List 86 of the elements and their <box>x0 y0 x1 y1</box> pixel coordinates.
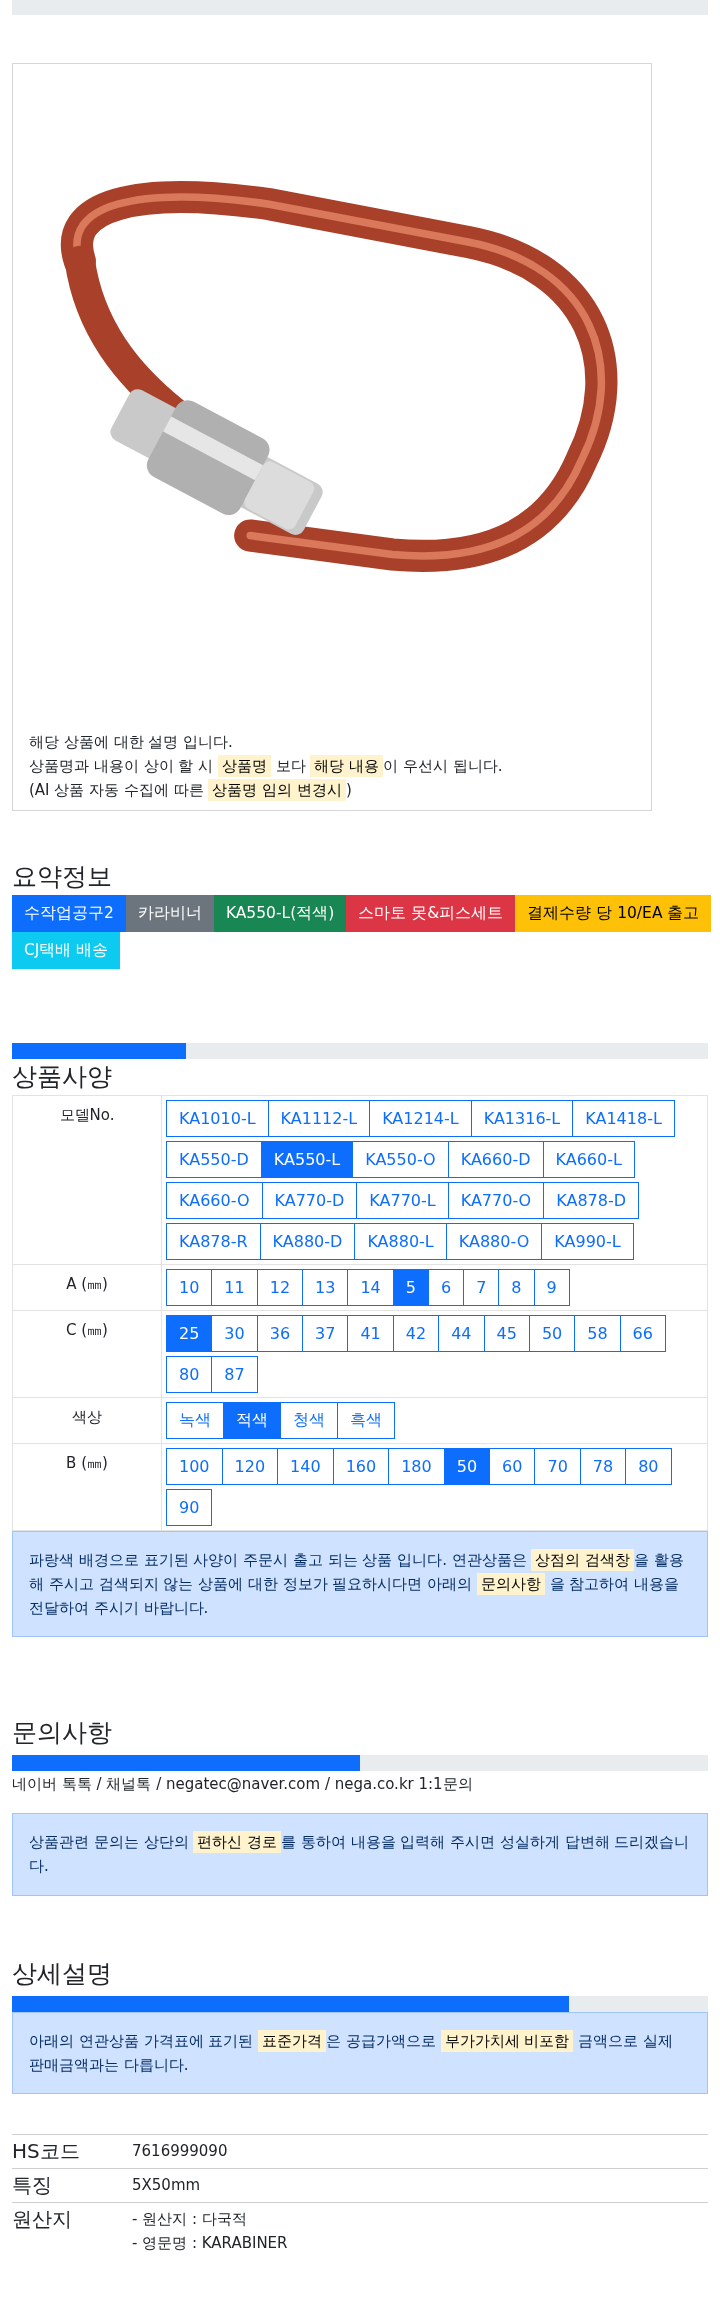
spec-label: 색상 <box>72 1408 102 1426</box>
spec-label: B (㎜) <box>66 1454 108 1472</box>
option-button[interactable]: KA660-D <box>447 1141 544 1178</box>
spec-label: 모델No. <box>59 1106 115 1124</box>
option-button[interactable]: 58 <box>574 1315 621 1352</box>
spec-label: A (㎜) <box>66 1275 108 1293</box>
option-button[interactable]: 5 <box>392 1269 429 1306</box>
option-button[interactable]: KA550-D <box>166 1141 262 1178</box>
option-button[interactable]: 90 <box>166 1489 213 1526</box>
option-button[interactable]: 37 <box>302 1315 349 1352</box>
option-button[interactable]: 13 <box>302 1269 349 1306</box>
option-button[interactable]: KA1214-L <box>369 1100 472 1137</box>
tag: KA550-L(적색) <box>213 895 347 932</box>
section-title: 문의사항 <box>12 1717 113 1749</box>
option-button[interactable]: 흑색 <box>337 1402 395 1439</box>
section-title: 상세설명 <box>12 1958 113 1990</box>
option-button[interactable]: 9 <box>533 1269 570 1306</box>
detail-value: 7616999090 <box>132 2141 228 2162</box>
option-button[interactable]: 청색 <box>280 1402 338 1439</box>
description-text: 상품명과 내용이 상이 할 시 상품명 보다 해당 내용 이 우선시 됩니다. <box>29 754 504 778</box>
option-button[interactable]: KA550-L <box>260 1141 354 1178</box>
option-button[interactable]: 87 <box>211 1356 258 1393</box>
option-button[interactable]: 12 <box>256 1269 304 1306</box>
option-button[interactable]: KA660-O <box>166 1182 263 1219</box>
detail-value: - 영문명 : KARABINER <box>132 2233 288 2254</box>
option-button[interactable]: KA770-L <box>356 1182 449 1219</box>
option-button[interactable]: 41 <box>347 1315 394 1352</box>
option-button[interactable]: 80 <box>625 1448 672 1485</box>
option-button[interactable]: 60 <box>489 1448 536 1485</box>
option-button[interactable]: 녹색 <box>166 1402 224 1439</box>
section-title: 요약정보 <box>12 861 113 893</box>
option-button[interactable]: 140 <box>277 1448 334 1485</box>
option-button[interactable]: 36 <box>256 1315 304 1352</box>
option-button[interactable]: 8 <box>498 1269 535 1306</box>
option-button[interactable]: KA770-D <box>261 1182 358 1219</box>
option-button[interactable]: 25 <box>166 1315 213 1352</box>
option-button[interactable]: 11 <box>211 1269 258 1306</box>
tag: 수작업공구2 <box>12 895 126 932</box>
option-button[interactable]: 66 <box>619 1315 666 1352</box>
description-text: (AI 상품 자동 수집에 따른 상품명 임의 변경시 ) <box>29 778 353 802</box>
option-button[interactable]: KA1418-L <box>572 1100 675 1137</box>
option-button[interactable]: KA550-O <box>352 1141 449 1178</box>
option-button[interactable]: KA660-L <box>542 1141 635 1178</box>
option-button[interactable]: KA878-D <box>543 1182 639 1219</box>
option-button[interactable]: 180 <box>388 1448 445 1485</box>
option-button[interactable]: 70 <box>534 1448 581 1485</box>
option-button[interactable]: 100 <box>166 1448 223 1485</box>
option-button[interactable]: 10 <box>166 1269 213 1306</box>
tag: 카라비너 <box>125 895 214 932</box>
tag: 결제수량 당 10/EA 출고 <box>515 895 712 932</box>
option-button[interactable]: 120 <box>221 1448 279 1485</box>
option-button[interactable]: 30 <box>211 1315 258 1352</box>
option-button[interactable]: KA878-R <box>166 1223 261 1260</box>
notice-text: 상품관련 문의는 상단의 편하신 경로 를 통하여 내용을 입력해 주시면 성실하게 답변해 드리겠습니다. <box>29 1830 691 1877</box>
option-button[interactable]: KA1316-L <box>470 1100 574 1137</box>
option-button[interactable]: 44 <box>438 1315 485 1352</box>
option-button[interactable]: 78 <box>579 1448 627 1485</box>
option-button[interactable]: 45 <box>483 1315 530 1352</box>
notice-text: 아래의 연관상품 가격표에 표기된 표준가격 은 공급가액으로 부가가치세 비포함 금액으로 실제 판매금액과는 다릅니다. <box>29 2029 674 2076</box>
option-button[interactable]: KA880-D <box>259 1223 356 1260</box>
option-button[interactable]: 160 <box>332 1448 390 1485</box>
option-button[interactable]: 7 <box>463 1269 500 1306</box>
option-button[interactable]: KA1112-L <box>267 1100 371 1137</box>
detail-label: 원산지 <box>12 2207 73 2233</box>
option-button[interactable]: KA880-L <box>354 1223 447 1260</box>
notice-text: 파랑색 배경으로 표기된 사양이 주문시 출고 되는 상품 입니다. 연관상품은 상점의 검색창 을 활용해 주시고 검색되지 않는 상품에 대한 정보가 필요하시다면 아래의 문의사항 을 참고하여 내용을 전달하여 주시기 바랍니다. <box>29 1548 685 1619</box>
option-button[interactable]: 42 <box>392 1315 440 1352</box>
detail-value: 5X50mm <box>132 2175 201 2196</box>
description-text: 해당 상품에 대한 설명 입니다. <box>29 732 234 753</box>
option-button[interactable]: KA990-L <box>541 1223 634 1260</box>
option-button[interactable]: 50 <box>443 1448 491 1485</box>
option-button[interactable]: 14 <box>347 1269 394 1306</box>
option-button[interactable]: KA880-O <box>445 1223 543 1260</box>
tag: 스마토 못&피스세트 <box>346 895 516 932</box>
spec-label: C (㎜) <box>66 1321 108 1339</box>
option-button[interactable]: 적색 <box>223 1402 281 1439</box>
section-title: 상품사양 <box>12 1061 113 1093</box>
tag: CJ택배 배송 <box>12 932 121 969</box>
detail-value: - 원산지 : 다국적 <box>132 2209 248 2230</box>
option-button[interactable]: KA1010-L <box>166 1100 269 1137</box>
option-button[interactable]: KA770-O <box>447 1182 545 1219</box>
option-button[interactable]: 80 <box>166 1356 213 1393</box>
detail-label: 특징 <box>12 2173 53 2197</box>
contact-text: 네이버 톡톡 / 채널톡 / negatec@naver.com / nega.co.kr 1:1문의 <box>12 1774 474 1795</box>
detail-label: HS코드 <box>12 2139 81 2163</box>
option-button[interactable]: 50 <box>528 1315 576 1352</box>
